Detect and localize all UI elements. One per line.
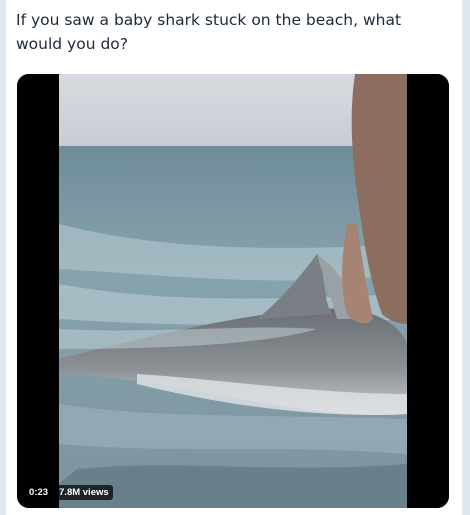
tweet-text: If you saw a baby shark stuck on the bea… [16, 11, 402, 53]
video-player[interactable]: 0:23 7.8M views [17, 74, 449, 508]
video-thumbnail[interactable] [17, 74, 449, 508]
video-views-badge: 7.8M views [55, 485, 113, 500]
video-badges: 0:23 7.8M views [25, 485, 113, 500]
video-duration-badge: 0:23 [25, 485, 53, 500]
tweet-card: If you saw a baby shark stuck on the bea… [6, 0, 462, 515]
